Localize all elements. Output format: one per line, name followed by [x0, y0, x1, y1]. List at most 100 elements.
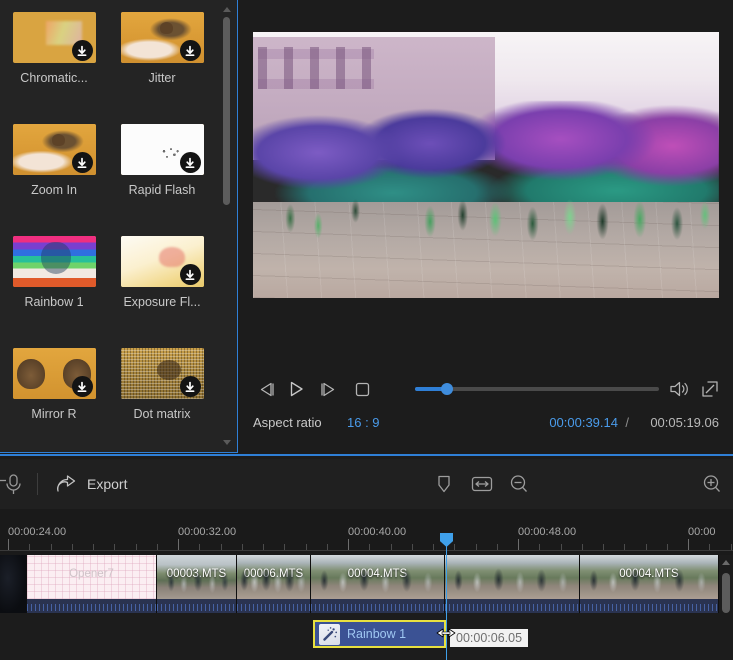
ruler-label: 00:00:24.00 — [8, 526, 67, 538]
effect-item[interactable]: Zoom In — [0, 124, 108, 236]
timeline-clip[interactable] — [0, 555, 27, 613]
ruler-tick-minor — [136, 544, 137, 550]
ruler-tick-major — [8, 539, 9, 550]
voiceover-button[interactable] — [0, 471, 24, 497]
download-icon[interactable] — [179, 40, 201, 61]
effects-scrollbar-thumb[interactable] — [223, 17, 230, 205]
effect-label: Dot matrix — [133, 407, 191, 421]
drag-duration-tooltip: 00:00:06.05 — [450, 629, 529, 647]
volume-slider[interactable] — [415, 383, 659, 395]
ruler-tick-minor — [476, 544, 477, 550]
ruler-tick-minor — [731, 544, 732, 550]
time-separator: / — [625, 415, 629, 430]
effect-thumbnail[interactable] — [12, 124, 96, 175]
timeline-clip[interactable]: Opener7 — [27, 555, 157, 613]
fit-to-screen-button[interactable] — [468, 470, 496, 498]
timeline-scrollbar-thumb[interactable] — [722, 573, 730, 613]
volume-slider-knob[interactable] — [440, 383, 453, 395]
clip-label: Opener7 — [69, 568, 114, 580]
previous-frame-button[interactable] — [253, 376, 279, 402]
effect-thumbnail[interactable] — [12, 236, 96, 287]
effect-label: Exposure Fl... — [123, 295, 201, 309]
marker-icon — [438, 475, 450, 493]
clip-label: 00004.MTS — [619, 568, 679, 580]
download-icon[interactable] — [71, 152, 93, 173]
next-frame-icon — [320, 382, 334, 396]
clip-audio-waveform — [311, 599, 444, 613]
effect-item[interactable]: Chromatic... — [0, 12, 108, 124]
effect-item[interactable]: Jitter — [108, 12, 216, 124]
scroll-up-arrow-icon[interactable] — [217, 1, 236, 17]
effect-item[interactable]: Rainbow 1 — [0, 236, 108, 348]
magic-wand-glyph — [322, 627, 337, 641]
marker-button[interactable] — [430, 470, 458, 498]
download-icon[interactable] — [71, 376, 93, 397]
export-label: Export — [87, 476, 128, 492]
timeline-clip[interactable]: 00004.MTS — [311, 555, 445, 613]
previous-frame-icon — [260, 382, 274, 396]
download-icon[interactable] — [179, 264, 201, 285]
volume-button[interactable] — [667, 376, 693, 402]
aspect-ratio-value[interactable]: 16 : 9 — [347, 415, 380, 430]
zoom-in-icon — [703, 475, 720, 492]
download-icon[interactable] — [71, 40, 93, 61]
ruler-tick-minor — [603, 544, 604, 550]
effects-scrollbar-track[interactable] — [217, 17, 236, 434]
fullscreen-button[interactable] — [697, 376, 723, 402]
ruler-tick-minor — [327, 544, 328, 550]
clip-thumbnail — [445, 555, 579, 599]
clip-audio-waveform — [445, 599, 579, 613]
ruler-tick-major — [688, 539, 689, 550]
clip-label: 00004.MTS — [347, 568, 408, 580]
scroll-down-arrow-icon[interactable] — [217, 434, 236, 450]
ruler-tick-minor — [29, 544, 30, 550]
effect-thumbnail[interactable] — [120, 348, 204, 399]
effect-item[interactable]: Mirror R — [0, 348, 108, 460]
export-button[interactable]: Export — [55, 470, 127, 498]
effect-item[interactable]: Dot matrix — [108, 348, 216, 460]
effect-thumbnail[interactable] — [120, 236, 204, 287]
play-button[interactable] — [283, 376, 309, 402]
effects-scrollbar[interactable] — [217, 1, 236, 450]
effect-thumbnail[interactable] — [120, 124, 204, 175]
preview-crowd — [253, 159, 719, 267]
stop-button[interactable] — [349, 376, 375, 402]
ruler-tick-minor — [391, 544, 392, 550]
timeline-scroll-up-icon[interactable] — [719, 555, 733, 569]
timeline-clip[interactable] — [445, 555, 580, 613]
effect-thumbnail[interactable] — [12, 348, 96, 399]
timeline-scrollbar[interactable] — [719, 555, 733, 660]
ruler-tick-minor — [284, 544, 285, 550]
download-icon[interactable] — [179, 152, 201, 173]
ruler-tick-minor — [582, 544, 583, 550]
zoom-in-button[interactable] — [698, 470, 726, 498]
play-icon — [290, 381, 303, 397]
ruler-tick-minor — [72, 544, 73, 550]
download-icon[interactable] — [179, 376, 201, 397]
timeline-clip[interactable]: 00003.MTS — [157, 555, 237, 613]
effect-label: Rapid Flash — [128, 183, 196, 197]
ruler-label: 00:00:32.00 — [178, 526, 237, 538]
current-time: 00:00:39.14 — [549, 415, 618, 430]
timeline-clip[interactable]: 00006.MTS — [237, 555, 311, 613]
video-track[interactable]: Opener7 00003.MTS 00006.MTS 00004.MTS 00004.… — [0, 555, 719, 613]
effect-item[interactable]: Rapid Flash — [108, 124, 216, 236]
ruler-tick-minor — [199, 544, 200, 550]
effect-item[interactable]: Exposure Fl... — [108, 236, 216, 348]
effect-label: Chromatic... — [20, 71, 88, 85]
ruler-tick-minor — [263, 544, 264, 550]
video-preview[interactable] — [253, 32, 719, 298]
ruler-tick-minor — [709, 544, 710, 550]
effect-thumbnail[interactable] — [120, 12, 204, 63]
timeline-ruler[interactable]: 00:00:24.00 00:00:32.00 00:00:40.00 00:00:4… — [0, 509, 733, 555]
effect-thumbnail[interactable] — [12, 12, 96, 63]
ruler-tick-minor — [454, 544, 455, 550]
next-frame-button[interactable] — [315, 376, 341, 402]
zoom-out-button[interactable] — [505, 470, 533, 498]
timeline-clip[interactable]: 00004.MTS — [580, 555, 719, 613]
ruler-tick-minor — [624, 544, 625, 550]
share-icon — [57, 475, 76, 492]
effect-clip-rainbow[interactable]: Rainbow 1 — [313, 620, 446, 648]
clip-thumbnail: 00003.MTS — [157, 555, 236, 599]
ruler-tick-minor — [114, 544, 115, 550]
